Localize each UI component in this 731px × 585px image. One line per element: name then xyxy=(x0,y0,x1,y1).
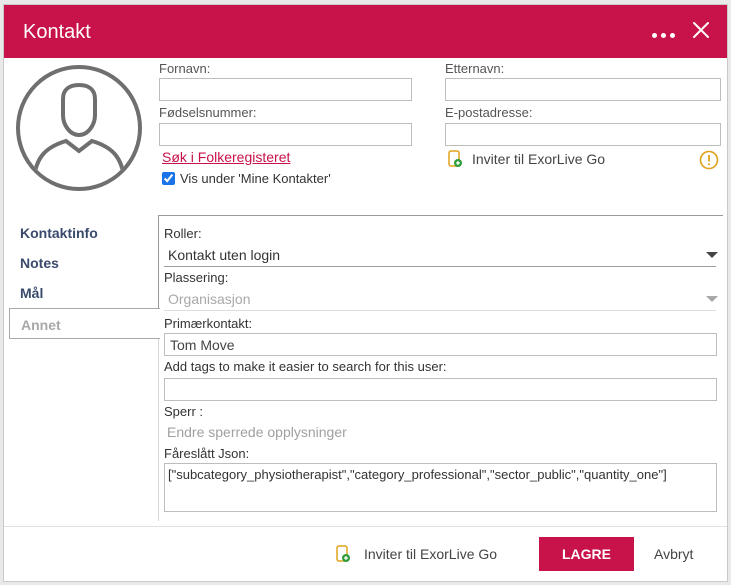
save-button[interactable]: LAGRE xyxy=(539,537,634,571)
show-in-contacts-checkbox-row[interactable]: Vis under 'Mine Kontakter' xyxy=(162,171,331,186)
invite-label: Inviter til ExorLive Go xyxy=(472,151,606,167)
placement-label: Plassering: xyxy=(164,270,229,285)
nav-item-annet[interactable]: Annet xyxy=(9,308,160,339)
placement-value: Organisasjon xyxy=(168,291,251,307)
nav-item-kontaktinfo[interactable]: Kontaktinfo xyxy=(20,225,98,241)
invite-label: Inviter til ExorLive Go xyxy=(364,546,498,562)
sperr-label: Sperr : xyxy=(164,404,204,419)
dialog-title: Kontakt xyxy=(23,21,91,43)
email-field[interactable] xyxy=(445,123,721,146)
phone-add-icon xyxy=(448,150,462,167)
avatar[interactable] xyxy=(16,65,142,191)
sperr-edit-text[interactable]: Endre sperrede opplysninger xyxy=(167,424,347,440)
panel-border-left-lower xyxy=(158,339,159,521)
panel-divider xyxy=(158,215,723,216)
placement-select[interactable]: Organisasjon xyxy=(164,289,718,311)
dialog-titlebar: Kontakt xyxy=(4,5,727,58)
roles-label: Roller: xyxy=(164,226,202,241)
chevron-down-icon xyxy=(706,296,718,302)
footer-divider xyxy=(4,526,727,527)
roles-value: Kontakt uten login xyxy=(168,247,281,263)
ellipsis-icon xyxy=(652,32,657,38)
cancel-button[interactable]: Avbryt xyxy=(654,546,693,562)
json-textarea[interactable]: ["subcategory_physiotherapist","category… xyxy=(164,463,717,512)
contact-dialog: Kontakt Fornavn: Etternavn: Fødselsnumme… xyxy=(3,4,728,582)
lastname-field[interactable] xyxy=(445,78,721,101)
invite-exorlive-go-top[interactable]: Inviter til ExorLive Go xyxy=(448,150,605,168)
ssn-field[interactable] xyxy=(159,123,412,146)
tags-input[interactable] xyxy=(164,378,717,401)
nav-item-notes[interactable]: Notes xyxy=(20,255,59,271)
json-label: Fåreslått Json: xyxy=(164,446,250,461)
user-silhouette-icon xyxy=(32,82,126,180)
invite-exorlive-go-button[interactable]: Inviter til ExorLive Go xyxy=(336,545,497,563)
show-in-contacts-checkbox[interactable] xyxy=(162,172,175,185)
email-label: E-postadresse: xyxy=(445,105,533,120)
firstname-field[interactable] xyxy=(159,78,412,101)
primary-contact-field[interactable] xyxy=(164,333,717,356)
more-options-button[interactable] xyxy=(652,27,680,43)
chevron-down-icon xyxy=(706,252,718,258)
nav-item-mal[interactable]: Mål xyxy=(20,285,43,301)
roles-select[interactable]: Kontakt uten login xyxy=(164,245,718,267)
nav-item-annet-label: Annet xyxy=(21,317,61,333)
phone-add-icon xyxy=(336,545,350,562)
ssn-label: Fødselsnummer: xyxy=(159,105,257,120)
panel-border-left xyxy=(158,215,159,308)
close-icon[interactable] xyxy=(692,21,710,39)
primary-contact-label: Primærkontakt: xyxy=(164,316,253,331)
lastname-label: Etternavn: xyxy=(445,61,505,76)
show-in-contacts-label: Vis under 'Mine Kontakter' xyxy=(180,171,331,186)
tags-label: Add tags to make it easier to search for… xyxy=(164,359,447,374)
info-icon[interactable] xyxy=(699,150,719,170)
firstname-label: Fornavn: xyxy=(159,61,211,76)
registry-search-link[interactable]: Søk i Folkeregisteret xyxy=(162,149,290,165)
